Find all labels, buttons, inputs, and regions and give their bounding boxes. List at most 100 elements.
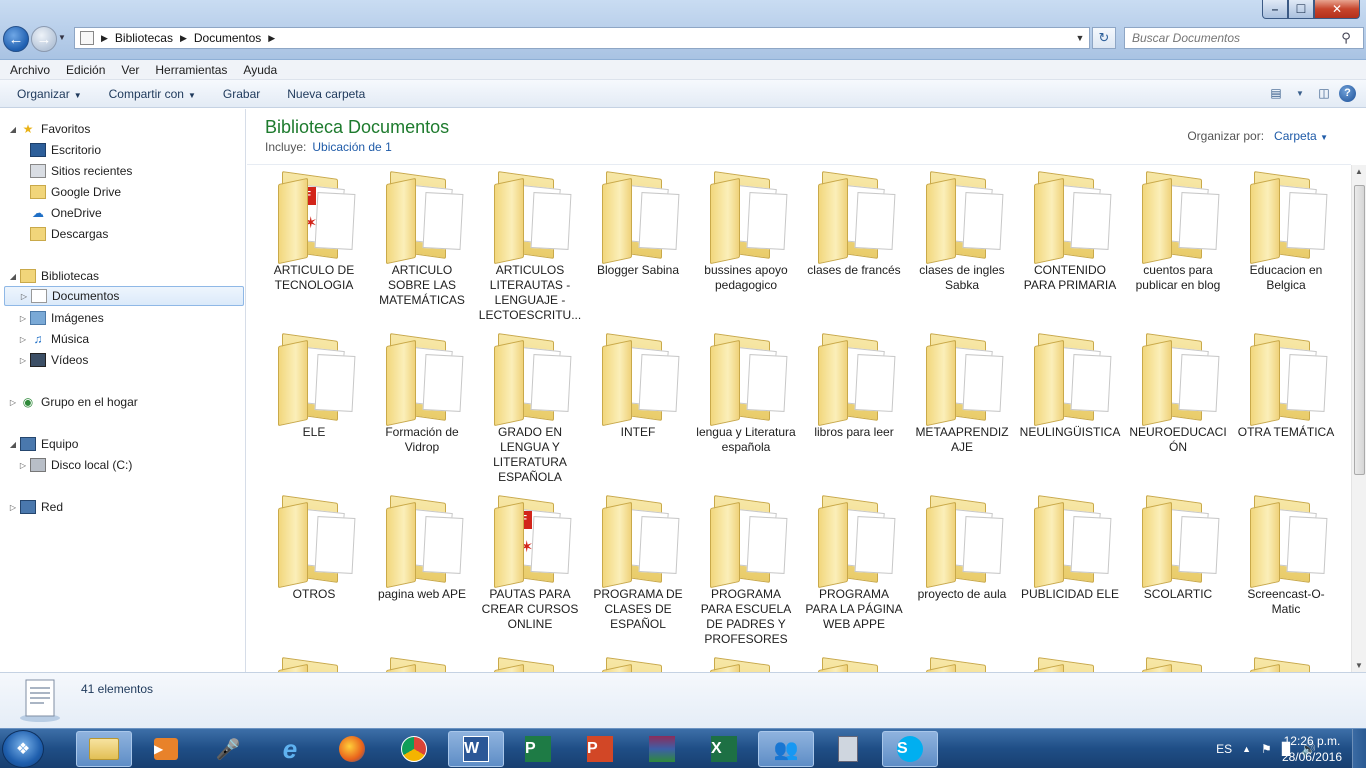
collapsed-icon[interactable]: ▷ bbox=[18, 314, 28, 323]
vertical-scrollbar[interactable]: ▲ ▼ bbox=[1351, 165, 1366, 672]
taskbar-skype[interactable]: S bbox=[882, 731, 938, 767]
clock[interactable]: 12:26 p.m. 28/06/2016 bbox=[1282, 733, 1342, 765]
folder-item[interactable]: PROGRAMA DE CLASES DE ESPAÑOL bbox=[586, 495, 690, 632]
folder-item[interactable]: OTRA TEMÁTICA bbox=[1234, 333, 1338, 440]
folder-item[interactable]: CONTENIDO PARA PRIMARIA bbox=[1018, 171, 1122, 293]
taskbar-firefox[interactable] bbox=[324, 731, 380, 767]
chevron-down-icon[interactable]: ▼ bbox=[1291, 84, 1309, 102]
forward-button[interactable]: → bbox=[31, 26, 57, 52]
history-dropdown-icon[interactable]: ▼ bbox=[58, 33, 66, 42]
collapsed-icon[interactable]: ▷ bbox=[18, 335, 28, 344]
folder-item[interactable]: PUBLICIDAD ELE bbox=[1018, 495, 1122, 602]
taskbar-winrar[interactable] bbox=[634, 731, 690, 767]
folder-item[interactable]: OTROS bbox=[262, 495, 366, 602]
folder-item[interactable]: lengua y Literatura española bbox=[694, 333, 798, 455]
collapsed-icon[interactable]: ▷ bbox=[8, 503, 18, 512]
folder-item-partial[interactable] bbox=[478, 657, 582, 672]
folder-item[interactable]: ARTICULO SOBRE LAS MATEMÁTICAS bbox=[370, 171, 474, 308]
folder-item[interactable]: PDF✶ARTICULO DE TECNOLOGIA bbox=[262, 171, 366, 293]
burn-button[interactable]: Grabar bbox=[206, 87, 270, 101]
help-icon[interactable]: ? bbox=[1339, 84, 1356, 102]
collapsed-icon[interactable]: ▷ bbox=[19, 292, 29, 301]
nav-onedrive[interactable]: ☁ OneDrive bbox=[28, 203, 102, 223]
menu-herramientas[interactable]: Herramientas bbox=[145, 63, 233, 77]
chevron-right-icon[interactable]: ▶ bbox=[177, 33, 190, 44]
taskbar-excel[interactable]: X bbox=[696, 731, 752, 767]
folder-item[interactable]: PDF✶PAUTAS PARA CREAR CURSOS ONLINE bbox=[478, 495, 582, 632]
scroll-up-icon[interactable]: ▲ bbox=[1355, 167, 1363, 176]
preview-pane-icon[interactable]: ◫ bbox=[1315, 84, 1333, 102]
maximize-button[interactable]: ☐ bbox=[1288, 0, 1314, 19]
collapsed-icon[interactable]: ▷ bbox=[8, 398, 18, 407]
scrollbar-thumb[interactable] bbox=[1354, 185, 1365, 475]
taskbar-messenger[interactable]: 👥 bbox=[758, 731, 814, 767]
flag-icon[interactable]: ⚑ bbox=[1261, 742, 1272, 756]
folder-item[interactable]: PROGRAMA PARA ESCUELA DE PADRES Y PROFES… bbox=[694, 495, 798, 647]
folder-item[interactable]: GRADO EN LENGUA Y LITERATURA ESPAÑOLA bbox=[478, 333, 582, 485]
share-button[interactable]: Compartir con ▼ bbox=[92, 87, 206, 101]
folder-item[interactable]: SCOLARTIC bbox=[1126, 495, 1230, 602]
folder-item[interactable]: Blogger Sabina bbox=[586, 171, 690, 278]
taskbar-powerpoint[interactable]: P bbox=[572, 731, 628, 767]
menu-archivo[interactable]: Archivo bbox=[0, 63, 56, 77]
folder-item-partial[interactable] bbox=[262, 657, 366, 672]
search-icon[interactable]: ⚲ bbox=[1335, 30, 1357, 46]
nav-documents[interactable]: ▷ Documentos bbox=[4, 286, 244, 306]
folder-item[interactable]: NEUROEDUCACI ÓN bbox=[1126, 333, 1230, 455]
taskbar-publisher[interactable]: P bbox=[510, 731, 566, 767]
folder-item[interactable]: ARTICULOS LITERAUTAS -LENGUAJE - LECTOES… bbox=[478, 171, 582, 323]
folder-item-partial[interactable] bbox=[1126, 657, 1230, 672]
folder-item[interactable]: NEULINGÜISTICA bbox=[1018, 333, 1122, 440]
nav-computer[interactable]: ◢ Equipo bbox=[8, 434, 78, 454]
close-button[interactable]: ✕ bbox=[1314, 0, 1360, 19]
menu-ver[interactable]: Ver bbox=[111, 63, 145, 77]
nav-images[interactable]: ▷ Imágenes bbox=[18, 308, 104, 328]
show-hidden-icons-icon[interactable]: ▲ bbox=[1242, 744, 1251, 754]
start-button[interactable]: ❖ bbox=[2, 730, 44, 768]
nav-recent[interactable]: Sitios recientes bbox=[28, 161, 132, 181]
nav-downloads[interactable]: Descargas bbox=[28, 224, 108, 244]
nav-libraries[interactable]: ◢ Bibliotecas bbox=[8, 266, 99, 286]
taskbar-explorer[interactable] bbox=[76, 731, 132, 767]
folder-item[interactable]: clases de francés bbox=[802, 171, 906, 278]
nav-gdrive[interactable]: Google Drive bbox=[28, 182, 121, 202]
folder-item-partial[interactable] bbox=[802, 657, 906, 672]
arrange-dropdown[interactable]: Carpeta ▼ bbox=[1274, 129, 1328, 143]
expanded-icon[interactable]: ◢ bbox=[8, 440, 18, 449]
collapsed-icon[interactable]: ▷ bbox=[18, 356, 28, 365]
nav-music[interactable]: ▷ ♫ Música bbox=[18, 329, 89, 349]
folder-item[interactable]: PROGRAMA PARA LA PÁGINA WEB APPE bbox=[802, 495, 906, 632]
folder-item[interactable]: INTEF bbox=[586, 333, 690, 440]
nav-homegroup[interactable]: ▷ ◉ Grupo en el hogar bbox=[8, 392, 138, 412]
folder-item-partial[interactable] bbox=[910, 657, 1014, 672]
chevron-right-icon[interactable]: ▶ bbox=[265, 33, 278, 44]
folder-item-partial[interactable] bbox=[1234, 657, 1338, 672]
new-folder-button[interactable]: Nueva carpeta bbox=[270, 87, 375, 101]
folder-item-partial[interactable] bbox=[586, 657, 690, 672]
folder-item[interactable]: Educacion en Belgica bbox=[1234, 171, 1338, 293]
organize-button[interactable]: Organizar ▼ bbox=[0, 87, 92, 101]
back-button[interactable]: ← bbox=[3, 26, 29, 52]
scroll-down-icon[interactable]: ▼ bbox=[1355, 661, 1363, 670]
taskbar-media-player[interactable]: ▶ bbox=[138, 731, 194, 767]
folder-item-partial[interactable] bbox=[694, 657, 798, 672]
folder-item[interactable]: Formación de Vidrop bbox=[370, 333, 474, 455]
search-box[interactable]: ⚲ bbox=[1124, 27, 1364, 49]
taskbar-word[interactable]: W bbox=[448, 731, 504, 767]
chevron-right-icon[interactable]: ▶ bbox=[98, 33, 111, 44]
nav-favorites[interactable]: ◢ ★ Favoritos bbox=[8, 119, 90, 139]
folder-item[interactable]: ELE bbox=[262, 333, 366, 440]
taskbar-calculator[interactable] bbox=[820, 731, 876, 767]
nav-desktop[interactable]: Escritorio bbox=[28, 140, 101, 160]
expanded-icon[interactable]: ◢ bbox=[8, 272, 18, 281]
nav-localdisk[interactable]: ▷ Disco local (C:) bbox=[18, 455, 132, 475]
folder-item[interactable]: bussines apoyo pedagogico bbox=[694, 171, 798, 293]
chevron-down-icon[interactable]: ▼ bbox=[1071, 33, 1089, 43]
folder-item[interactable]: METAAPRENDIZ AJE bbox=[910, 333, 1014, 455]
breadcrumb-documents[interactable]: Documentos bbox=[190, 31, 265, 45]
nav-videos[interactable]: ▷ Vídeos bbox=[18, 350, 88, 370]
refresh-button[interactable]: ↻ bbox=[1092, 27, 1116, 49]
taskbar-internet-explorer[interactable]: e bbox=[262, 731, 318, 767]
folder-item[interactable]: libros para leer bbox=[802, 333, 906, 440]
view-options-icon[interactable]: ▤ bbox=[1267, 84, 1285, 102]
